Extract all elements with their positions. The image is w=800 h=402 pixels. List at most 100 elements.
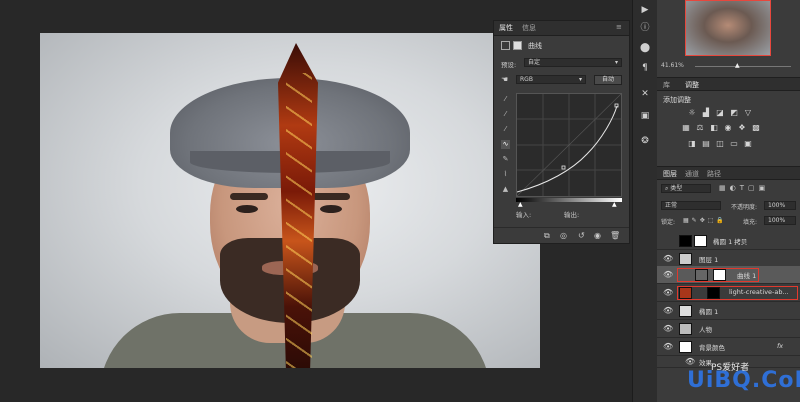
filter-kind-value: 类型 (670, 185, 683, 192)
photo-eye-left (236, 205, 258, 213)
gradient-map-icon[interactable]: ▭ (729, 139, 739, 149)
preset-dropdown[interactable]: 自定 ▾ (524, 58, 622, 67)
tab-channels[interactable]: 通道 (685, 169, 699, 179)
layer-thumbnail (679, 305, 692, 317)
white-point-slider[interactable]: ▲ (612, 201, 617, 208)
curves-icon[interactable]: ◪ (715, 108, 725, 118)
clip-to-layer-icon[interactable]: ⧉ (544, 231, 550, 241)
layer-name: 曲线 1 (737, 272, 757, 280)
preset-label: 预设: (501, 61, 517, 69)
color-balance-icon[interactable]: ⚖ (695, 123, 705, 133)
eye-icon[interactable]: 👁 (663, 288, 673, 298)
navigator-thumbnail[interactable] (685, 0, 771, 56)
levels-icon[interactable]: ▟ (701, 108, 711, 118)
layer-filter-icons[interactable]: ▦◐T▢▣ (719, 184, 769, 192)
vibrance-icon[interactable]: ▽ (743, 108, 753, 118)
fill-label: 填充: (743, 219, 758, 226)
layer-row[interactable]: 👁 椭圆 1 (657, 302, 800, 320)
black-point-slider[interactable]: ▲ (518, 201, 523, 208)
swatches-icon[interactable]: ▣ (639, 110, 651, 122)
hue-saturation-icon[interactable]: ▦ (681, 123, 691, 133)
tab-library[interactable]: 库 (663, 80, 670, 90)
posterize-icon[interactable]: ▤ (701, 139, 711, 149)
delete-icon[interactable]: 🗑 (610, 231, 620, 240)
search-icon: ⌕ (665, 185, 669, 192)
clipping-warning-icon[interactable]: ▲ (501, 185, 510, 194)
eyedropper-black-icon[interactable]: ⁄ (501, 95, 510, 104)
chevron-down-icon: ▾ (578, 76, 582, 83)
view-previous-icon[interactable]: ◎ (560, 231, 567, 240)
input-gradient-bar (516, 198, 622, 202)
photo-brow-left (230, 193, 268, 200)
layer-name: 背景颜色 (699, 344, 725, 352)
pencil-icon[interactable]: ✎ (501, 155, 510, 164)
curves-svg (517, 94, 621, 196)
channel-mixer-icon[interactable]: ❖ (737, 123, 747, 133)
layer-name: 人物 (699, 326, 712, 334)
navigator-icon[interactable]: ▶ (639, 4, 651, 16)
layer-row[interactable]: 👁 人物 (657, 320, 800, 338)
layer-filter-dropdown[interactable]: ⌕ 类型 (661, 184, 711, 193)
layer-row-selected[interactable]: 👁 曲线 1 (657, 266, 800, 284)
brush-presets-icon[interactable]: ⬤ (639, 42, 651, 54)
eye-icon[interactable]: 👁 (663, 270, 673, 280)
eye-icon[interactable]: 👁 (663, 306, 673, 316)
opacity-label: 不透明度: (731, 204, 758, 211)
mask-thumbnail (713, 269, 726, 281)
eyedropper-gray-icon[interactable]: ⁄ (501, 110, 510, 119)
photo-light-streaks (286, 73, 312, 368)
tab-adjustments[interactable]: 调整 (685, 80, 699, 90)
eye-icon[interactable]: 👁 (663, 324, 673, 334)
layer-thumbnail (694, 235, 707, 247)
document-canvas[interactable] (40, 33, 540, 368)
layer-name: light-creative-ab... (729, 288, 789, 296)
layers-header: 图层 通道 路径 (657, 166, 800, 180)
target-adjust-icon[interactable]: ☚ (501, 75, 508, 84)
panel-menu-icon[interactable]: ≡ (616, 23, 622, 31)
layer-row[interactable]: 👁 light-creative-ab... (657, 284, 800, 302)
eye-icon[interactable]: 👁 (663, 342, 673, 352)
lock-icons[interactable]: ▦✎✥⬚🔒 (683, 217, 727, 224)
character-icon[interactable]: ¶ (639, 62, 651, 74)
smooth-icon[interactable]: ⌇ (501, 170, 510, 179)
layer-name: 图层 1 (699, 256, 719, 264)
curves-graph[interactable] (516, 93, 622, 197)
zoom-slider-handle[interactable]: ▲ (735, 62, 740, 69)
tab-properties[interactable]: 属性 (499, 23, 513, 33)
tab-paths[interactable]: 路径 (707, 169, 721, 179)
opacity-input[interactable]: 100% (764, 201, 796, 210)
visibility-icon[interactable]: ◉ (594, 231, 601, 240)
photo-filter-icon[interactable]: ◉ (723, 123, 733, 133)
curve-edit-icon[interactable]: ∿ (501, 140, 510, 149)
layer-thumbnail (679, 323, 692, 335)
black-white-icon[interactable]: ◧ (709, 123, 719, 133)
fx-badge[interactable]: fx (777, 342, 783, 350)
layer-row[interactable]: 👁 背景颜色 fx (657, 338, 800, 356)
fill-input[interactable]: 100% (764, 216, 796, 225)
channel-dropdown[interactable]: RGB ▾ (516, 75, 586, 84)
exposure-icon[interactable]: ◩ (729, 108, 739, 118)
brightness-icon[interactable]: ☼ (687, 108, 697, 118)
eye-icon[interactable]: 👁 (663, 254, 673, 264)
settings-icon[interactable]: ❂ (639, 135, 651, 147)
curves-adjustment-icon (501, 41, 510, 50)
curves-thumbnail (695, 269, 708, 281)
info-icon[interactable]: ⓘ (639, 22, 651, 34)
threshold-icon[interactable]: ◫ (715, 139, 725, 149)
eyedropper-white-icon[interactable]: ⁄ (501, 125, 510, 134)
reset-icon[interactable]: ↺ (578, 231, 585, 240)
blend-mode-dropdown[interactable]: 正常 (661, 201, 721, 210)
tab-info[interactable]: 信息 (522, 23, 536, 33)
selective-color-icon[interactable]: ▣ (743, 139, 753, 149)
tools-icon[interactable]: ✕ (639, 88, 651, 100)
watermark: UiBQ.CoM PS爱好者 (683, 362, 800, 402)
zoom-slider[interactable] (695, 66, 791, 67)
invert-icon[interactable]: ◨ (687, 139, 697, 149)
tab-layers[interactable]: 图层 (663, 169, 677, 179)
layer-row[interactable]: 椭圆 1 拷贝 (657, 232, 800, 250)
output-label: 输出: (564, 211, 580, 219)
properties-panel: 属性 信息 ≡ 曲线 预设: 自定 ▾ ☚ RGB ▾ 自动 ⁄ ⁄ ⁄ ∿ ✎… (493, 20, 630, 244)
color-lookup-icon[interactable]: ▩ (751, 123, 761, 133)
auto-button[interactable]: 自动 (594, 75, 622, 85)
layer-mask-icon[interactable] (513, 41, 522, 50)
